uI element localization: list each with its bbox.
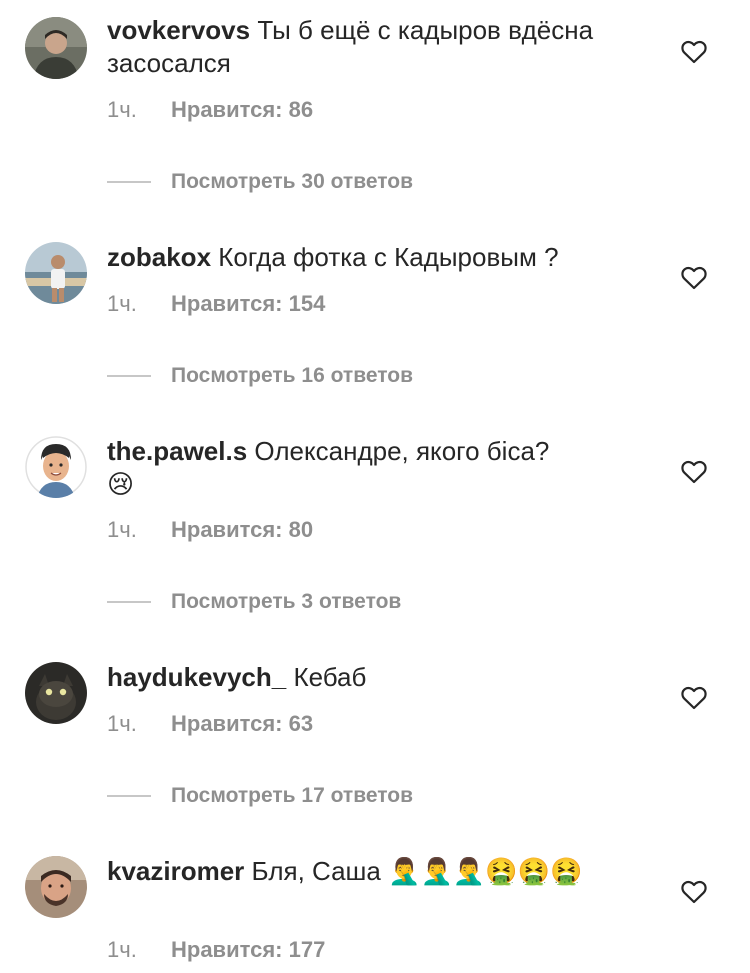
view-replies-button[interactable]: Посмотреть 16 ответов bbox=[107, 364, 413, 388]
comment-text: the.pawel.s Олександре, якого біса? 😢 bbox=[107, 435, 655, 502]
comment-meta: 1ч. Нравится: 86 bbox=[107, 97, 313, 123]
comment-username[interactable]: kvaziromer bbox=[107, 856, 244, 886]
comment-meta: 1ч. Нравится: 63 bbox=[107, 711, 313, 737]
comment-username[interactable]: the.pawel.s bbox=[107, 436, 247, 466]
avatar[interactable] bbox=[25, 17, 87, 79]
comment-likes[interactable]: Нравится: 80 bbox=[171, 517, 313, 542]
view-replies-label: Посмотреть 16 ответов bbox=[171, 364, 413, 387]
replies-divider bbox=[107, 375, 151, 378]
comment-text: haydukevych_ Кебаб bbox=[107, 661, 655, 694]
heart-outline-icon[interactable] bbox=[681, 40, 707, 64]
view-replies-button[interactable]: Посмотреть 3 ответов bbox=[107, 590, 401, 614]
avatar[interactable] bbox=[25, 242, 87, 304]
view-replies-button[interactable]: Посмотреть 30 ответов bbox=[107, 170, 413, 194]
comment-text: zobakox Когда фотка с Кадыровым ? bbox=[107, 241, 655, 274]
view-replies-label: Посмотреть 17 ответов bbox=[171, 784, 413, 807]
comment-time: 1ч. bbox=[107, 937, 137, 962]
comment-likes[interactable]: Нравится: 63 bbox=[171, 711, 313, 736]
avatar[interactable] bbox=[25, 436, 87, 498]
heart-outline-icon[interactable] bbox=[681, 880, 707, 904]
comment-likes[interactable]: Нравится: 86 bbox=[171, 97, 313, 122]
comment-time: 1ч. bbox=[107, 97, 137, 122]
comment-username[interactable]: vovkervovs bbox=[107, 15, 250, 45]
comment-time: 1ч. bbox=[107, 517, 137, 542]
view-replies-label: Посмотреть 3 ответов bbox=[171, 590, 402, 613]
comment-likes[interactable]: Нравится: 154 bbox=[171, 291, 325, 316]
comment-body: Бля, Саша bbox=[251, 856, 381, 886]
replies-divider bbox=[107, 795, 151, 798]
view-replies-button[interactable]: Посмотреть 17 ответов bbox=[107, 784, 413, 808]
comment-username[interactable]: haydukevych_ bbox=[107, 662, 286, 692]
emoji-sequence: 🤦‍♂️🤦‍♂️🤦‍♂️🤮🤮🤮 bbox=[388, 857, 583, 887]
heart-outline-icon[interactable] bbox=[681, 266, 707, 290]
view-replies-label: Посмотреть 30 ответов bbox=[171, 170, 413, 193]
comment-time: 1ч. bbox=[107, 291, 137, 316]
comment-meta: 1ч. Нравится: 154 bbox=[107, 291, 325, 317]
heart-outline-icon[interactable] bbox=[681, 686, 707, 710]
replies-divider bbox=[107, 601, 151, 604]
comment-time: 1ч. bbox=[107, 711, 137, 736]
comment-body: Когда фотка с Кадыровым ? bbox=[218, 242, 559, 272]
comment-meta: 1ч. Нравится: 177 bbox=[107, 937, 325, 963]
avatar[interactable] bbox=[25, 662, 87, 724]
heart-outline-icon[interactable] bbox=[681, 460, 707, 484]
replies-divider bbox=[107, 181, 151, 184]
crying-face-emoji: 😢 bbox=[107, 470, 135, 500]
comment-username[interactable]: zobakox bbox=[107, 242, 211, 272]
avatar[interactable] bbox=[25, 856, 87, 918]
comment-body: Кебаб bbox=[293, 662, 367, 692]
comment-text: vovkervovs Ты б ещё с кадыров вдёсна зас… bbox=[107, 14, 655, 80]
comment-meta: 1ч. Нравится: 80 bbox=[107, 517, 313, 543]
comment-text: kvaziromer Бля, Саша 🤦‍♂️🤦‍♂️🤦‍♂️🤮🤮🤮 bbox=[107, 855, 655, 889]
comment-likes[interactable]: Нравится: 177 bbox=[171, 937, 325, 962]
comment-body: Олександре, якого біса? bbox=[254, 436, 550, 466]
